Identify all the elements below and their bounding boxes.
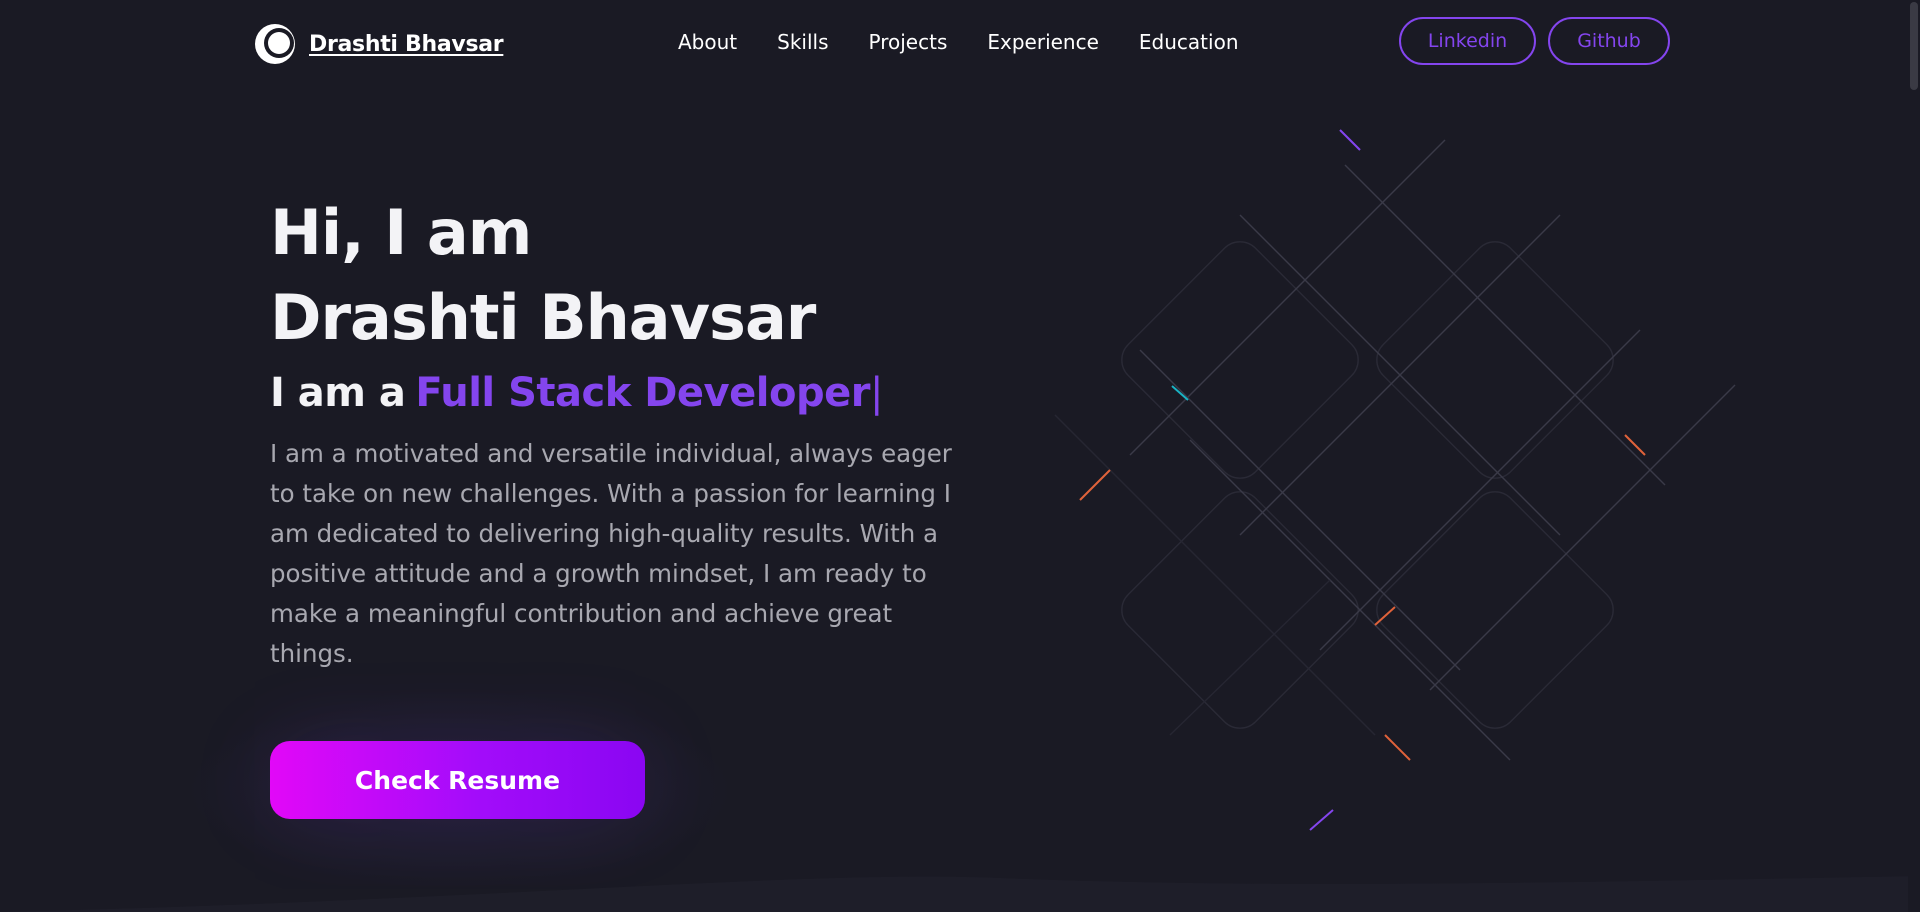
- nav-link-experience[interactable]: Experience: [987, 30, 1099, 54]
- nav-link-education[interactable]: Education: [1139, 30, 1239, 54]
- nav-link-skills[interactable]: Skills: [777, 30, 828, 54]
- role-highlight: Full Stack Developer: [415, 370, 870, 416]
- hero-section: Hi, I am Drashti Bhavsar I am a Full Stac…: [270, 190, 970, 699]
- page-scrollbar[interactable]: [1908, 0, 1920, 912]
- nav-link-about[interactable]: About: [678, 30, 737, 54]
- brand-name: Drashti Bhavsar: [309, 31, 504, 57]
- circle-crescent-logo-icon: [255, 24, 295, 64]
- hero-name: Drashti Bhavsar: [270, 281, 816, 354]
- hero-description: I am a motivated and versatile individua…: [270, 439, 952, 668]
- navbar: Drashti Bhavsar About Skills Projects Ex…: [0, 0, 1920, 86]
- hero-greeting: Hi, I am: [270, 196, 532, 269]
- bottom-wave-divider: [0, 876, 1920, 912]
- typing-caret: |: [869, 370, 883, 416]
- nav-menu: About Skills Projects Experience Educati…: [678, 30, 1279, 54]
- role-prefix: I am a: [270, 370, 406, 416]
- hero-heading: Hi, I am Drashti Bhavsar: [270, 190, 970, 360]
- github-button[interactable]: Github: [1548, 17, 1670, 65]
- social-buttons: Linkedin Github: [1399, 17, 1670, 65]
- nav-link-projects[interactable]: Projects: [869, 30, 948, 54]
- decorative-grid-illustration: [1054, 129, 1736, 831]
- scrollbar-thumb[interactable]: [1910, 2, 1918, 90]
- brand-link[interactable]: Drashti Bhavsar: [253, 22, 504, 66]
- hero-role: I am a Full Stack Developer|: [270, 370, 970, 416]
- linkedin-button[interactable]: Linkedin: [1399, 17, 1536, 65]
- check-resume-button[interactable]: Check Resume: [270, 741, 645, 819]
